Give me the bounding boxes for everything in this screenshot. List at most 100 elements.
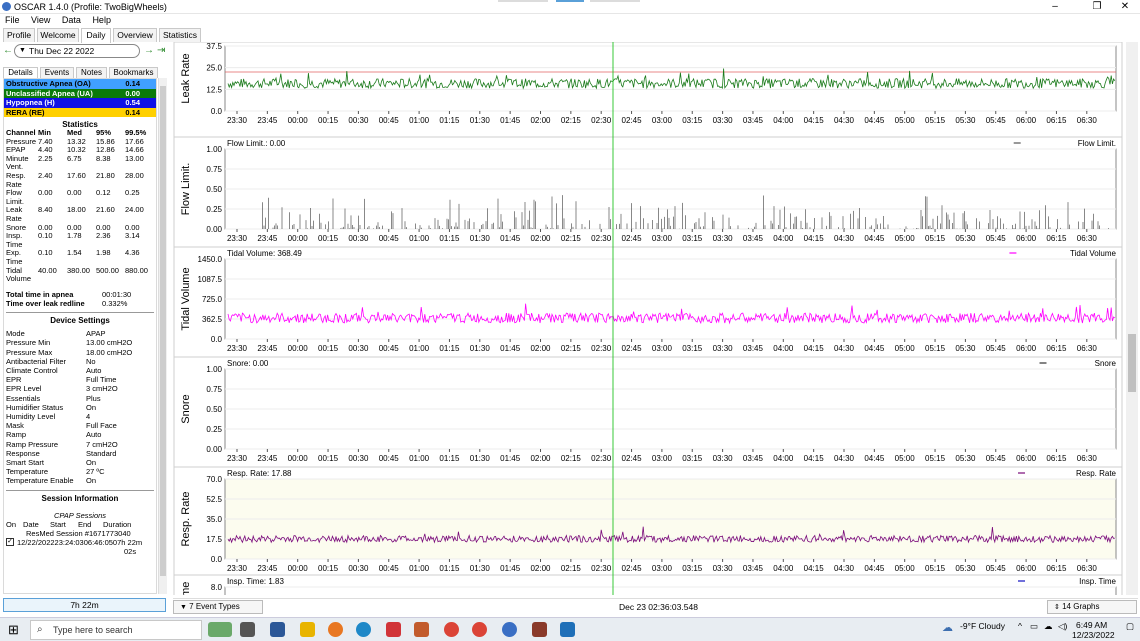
network-icon[interactable]: ▭ <box>1030 621 1038 632</box>
minimize-button[interactable]: – <box>1046 1 1064 12</box>
scrollbar-thumb[interactable] <box>160 86 166 576</box>
windows-start-icon[interactable]: ⊞ <box>8 622 19 638</box>
app-icon[interactable] <box>560 622 575 637</box>
x-tick-label: 04:15 <box>804 344 825 353</box>
app-icon[interactable] <box>414 622 429 637</box>
statistics-cell: 2.40 <box>38 170 53 180</box>
x-tick-label: 04:30 <box>834 116 855 125</box>
edge-icon[interactable] <box>356 622 371 637</box>
x-tick-label: 04:45 <box>864 454 885 463</box>
setting-row: Humidity Level 4 <box>6 412 156 421</box>
next-day-icon[interactable]: → <box>144 45 154 56</box>
statistics-cell: 0.00 <box>67 188 82 198</box>
tab-notes[interactable]: Notes <box>76 67 107 78</box>
x-tick-label: 04:45 <box>864 116 885 125</box>
graphs-scrollbar[interactable] <box>1126 42 1138 595</box>
x-tick-label: 06:15 <box>1046 234 1067 243</box>
tab-profile[interactable]: Profile <box>3 28 35 42</box>
cloud-icon[interactable]: ☁ <box>942 621 953 634</box>
graphs-dropdown[interactable]: ⇕ 14 Graphs <box>1047 600 1137 614</box>
menu-view[interactable]: View <box>31 14 50 27</box>
x-tick-label: 06:30 <box>1077 234 1098 243</box>
x-tick-label: 03:45 <box>743 344 764 353</box>
details-scrollbar[interactable] <box>158 78 167 594</box>
total-value: 0.332% <box>102 298 128 308</box>
setting-value: APAP <box>86 329 106 339</box>
weather-text[interactable]: -9°F Cloudy <box>960 621 1005 631</box>
x-tick-label: 00:15 <box>318 344 339 353</box>
setting-row: Temperature 27 ºC <box>6 467 156 476</box>
widget-icon[interactable] <box>208 622 232 637</box>
menu-file[interactable]: File <box>5 14 20 27</box>
cloud-sync-icon[interactable]: ☁ <box>1044 621 1053 632</box>
tab-welcome[interactable]: Welcome <box>37 28 79 42</box>
y-tick-label: 1450.0 <box>198 255 223 264</box>
x-tick-label: 05:00 <box>895 454 916 463</box>
app-icon[interactable] <box>386 622 401 637</box>
chevron-up-icon[interactable]: ^ <box>1018 621 1022 631</box>
x-tick-label: 01:45 <box>500 454 521 463</box>
maximize-button[interactable]: ❐ <box>1088 1 1106 12</box>
session-checkbox[interactable]: ✓ <box>6 538 14 547</box>
oscar-icon[interactable] <box>502 622 517 637</box>
x-tick-label: 02:00 <box>530 564 551 573</box>
chrome-icon[interactable] <box>444 622 459 637</box>
statistics-cell: Leak Rate <box>6 205 23 223</box>
setting-row: Ramp Auto <box>6 430 156 439</box>
cursor-timestamp: Dec 23 02:36:03.548 <box>619 602 698 612</box>
statistics-row: Resp. Rate 2.40 17.60 21.80 28.00 <box>6 170 156 189</box>
last-day-icon[interactable]: ⇥ <box>157 45 165 56</box>
event-types-dropdown[interactable]: ▼ 7 Event Types <box>173 600 263 614</box>
scrollbar-thumb[interactable] <box>1128 334 1136 392</box>
tab-events[interactable]: Events <box>40 67 74 78</box>
setting-row: Humidifier Status On <box>6 403 156 412</box>
x-tick-label: 04:00 <box>773 454 794 463</box>
setting-value: No <box>86 356 96 366</box>
close-button[interactable]: ✕ <box>1116 1 1134 12</box>
graphs-area[interactable]: Leak Rate 37.5 25.0 12.5 0.0 23:30 23:45 00:00 0… <box>173 42 1125 595</box>
statistics-cell: 0.10 <box>38 231 53 241</box>
event-row[interactable]: Unclassified Apnea (UA) 0.00 <box>4 88 156 98</box>
tab-statistics[interactable]: Statistics <box>159 28 201 42</box>
tab-details[interactable]: Details <box>3 67 38 78</box>
tab-daily[interactable]: Daily <box>81 28 111 43</box>
y-axis-label: Tidal Volume <box>180 267 192 330</box>
setting-label: Smart Start <box>6 457 44 467</box>
x-tick-label: 00:00 <box>288 116 309 125</box>
app-icon[interactable] <box>532 622 547 637</box>
file-explorer-icon[interactable] <box>300 622 315 637</box>
taskbar-search[interactable]: ⌕ Type here to search <box>30 620 202 640</box>
clock-date[interactable]: 12/23/2022 <box>1072 630 1115 640</box>
chrome-icon[interactable] <box>472 622 487 637</box>
y-tick-label: 0.75 <box>206 385 222 394</box>
notification-icon[interactable]: ▢ <box>1126 621 1134 632</box>
total-value: 00:01:30 <box>102 289 132 299</box>
session-info-heading: Session Information <box>41 493 119 503</box>
x-tick-label: 00:00 <box>288 344 309 353</box>
prev-day-icon[interactable]: ← <box>3 45 13 56</box>
x-tick-label: 05:15 <box>925 344 946 353</box>
event-row[interactable]: RERA (RE) 0.14 <box>4 107 156 117</box>
tab-bookmarks[interactable]: Bookmarks <box>109 67 158 78</box>
date-picker[interactable]: ▼ Thu Dec 22 2022 <box>14 44 140 58</box>
x-tick-label: 06:00 <box>1016 234 1037 243</box>
word-icon[interactable] <box>270 622 285 637</box>
task-view-icon[interactable] <box>240 622 255 637</box>
session-row[interactable]: ✓ 12/22/202223:24:0306:46:0507h 22m <box>6 538 156 547</box>
statistics-table: Channel Min Med 95% 99.5% Pressure 7.40 13… <box>6 128 156 284</box>
side-tabs: Details Events Notes Bookmarks <box>3 67 158 78</box>
x-tick-label: 01:15 <box>439 234 460 243</box>
menu-data[interactable]: Data <box>62 14 81 27</box>
device-settings-heading: Device Settings <box>50 316 110 326</box>
menu-help[interactable]: Help <box>92 14 111 27</box>
clock-time[interactable]: 6:49 AM <box>1076 620 1107 630</box>
graphs-svg[interactable]: Leak Rate 37.5 25.0 12.5 0.0 23:30 23:45 00:00 0… <box>173 42 1125 595</box>
event-row[interactable]: Hypopnea (H) 0.54 <box>4 98 156 108</box>
volume-icon[interactable]: ◁) <box>1058 621 1067 632</box>
vlc-icon[interactable] <box>328 622 343 637</box>
setting-label: Antibacterial Filter <box>6 356 67 366</box>
tab-overview[interactable]: Overview <box>113 28 157 42</box>
event-row[interactable]: Obstructive Apnea (OA) 0.14 <box>4 79 156 89</box>
x-tick-label: 00:00 <box>288 564 309 573</box>
setting-value: 13.00 cmH2O <box>86 338 133 348</box>
